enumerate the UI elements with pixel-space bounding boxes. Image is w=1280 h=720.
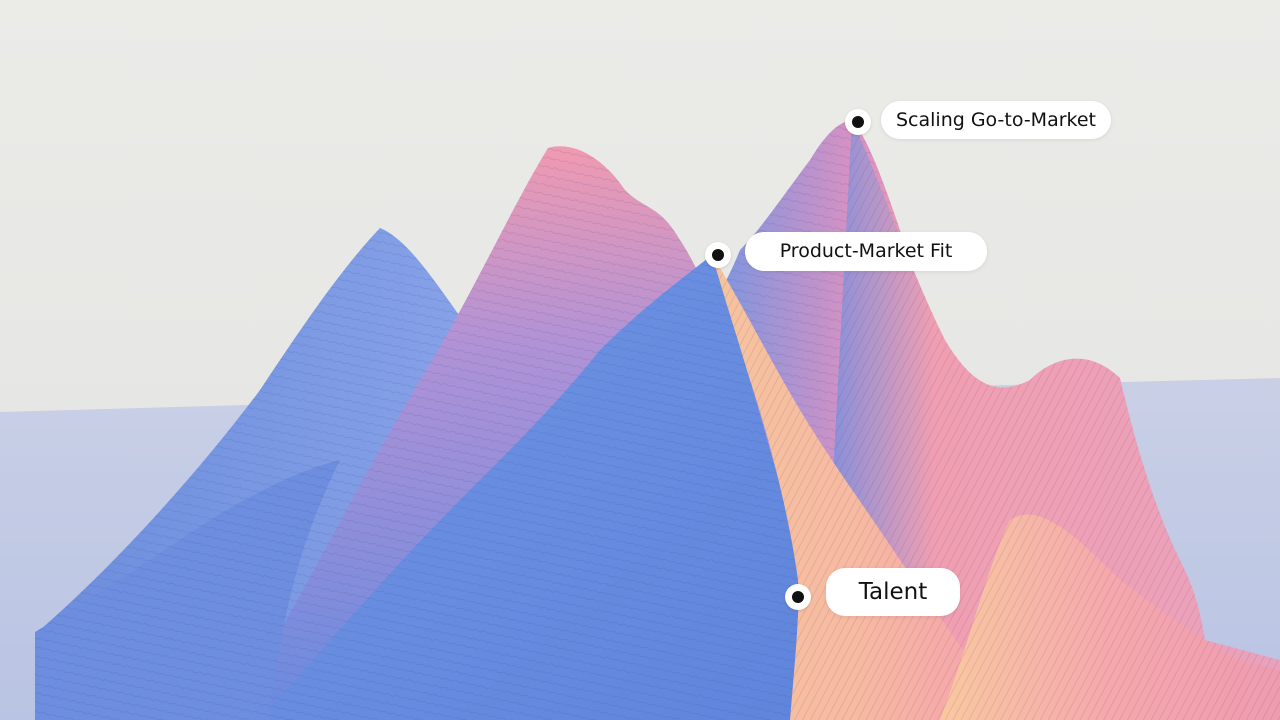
- talent-marker: [785, 584, 811, 610]
- scaling-go-to-market-label: Scaling Go-to-Market: [881, 101, 1111, 139]
- product-market-fit-label: Product-Market Fit: [745, 232, 987, 271]
- talent-label: Talent: [826, 568, 960, 616]
- product-market-fit-marker: [705, 242, 731, 268]
- scaling-go-to-market-marker: [845, 109, 871, 135]
